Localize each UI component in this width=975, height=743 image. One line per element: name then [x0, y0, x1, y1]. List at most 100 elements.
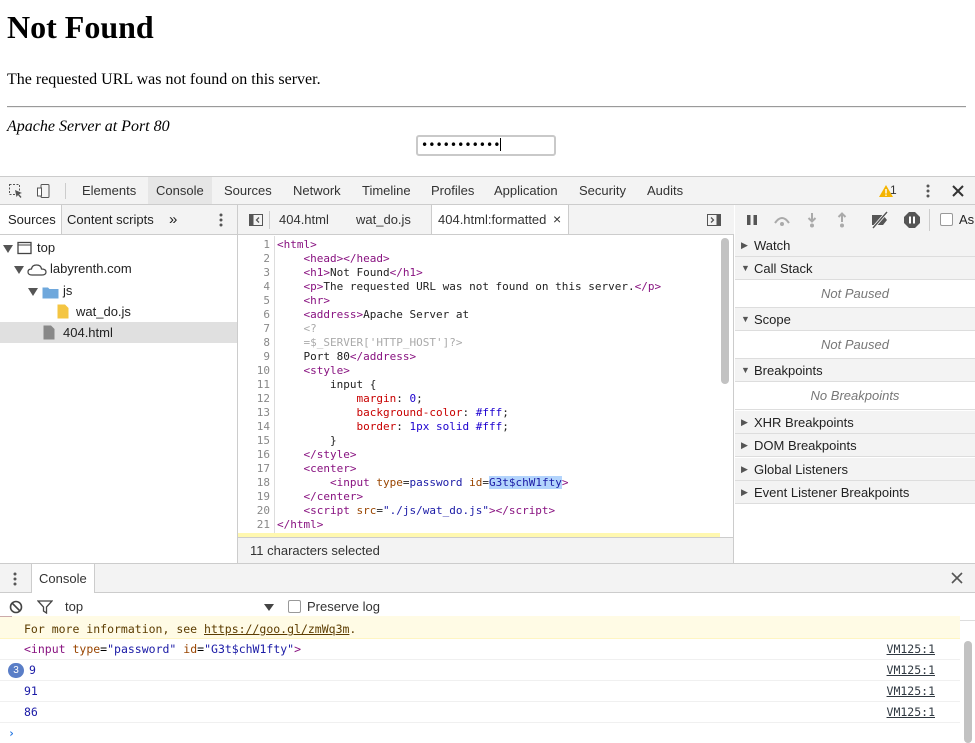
line-number[interactable]: 8	[238, 336, 270, 350]
line-number[interactable]: 15	[238, 434, 270, 448]
editor-tabs: 404.html wat_do.js 404.html:formatted ×	[238, 205, 734, 235]
line-number[interactable]: 11	[238, 378, 270, 392]
step-into-icon[interactable]	[806, 212, 818, 231]
line-number[interactable]: 4	[238, 280, 270, 294]
collapsed-arrow-icon: ▶	[741, 440, 748, 450]
line-number[interactable]: 5	[238, 294, 270, 308]
close-tab-icon[interactable]: ×	[553, 211, 561, 227]
section-scope[interactable]: ▼ Scope	[735, 308, 975, 331]
line-number[interactable]: 12	[238, 392, 270, 406]
debugger-sidebar: As ▶ Watch ▼ Call Stack Not Paused ▼ Scope …	[735, 205, 975, 563]
toggle-navigator-icon[interactable]	[248, 212, 264, 231]
console-scrollbar[interactable]	[964, 641, 972, 743]
section-xhr-breakpoints[interactable]: ▶ XHR Breakpoints	[735, 411, 975, 434]
filter-icon[interactable]	[36, 600, 54, 617]
code-line: <hr>	[303, 294, 331, 307]
message-source-link[interactable]: VM125:1	[887, 681, 935, 702]
tab-audits[interactable]: Audits	[639, 177, 691, 204]
line-number[interactable]: 17	[238, 462, 270, 476]
close-drawer-icon[interactable]	[950, 571, 964, 588]
log-value: 91	[24, 684, 38, 698]
breakpoints-empty: No Breakpoints	[735, 382, 975, 410]
line-number[interactable]: 14	[238, 420, 270, 434]
pause-on-exceptions-icon[interactable]	[903, 211, 921, 232]
code-line: <?	[303, 322, 317, 335]
tree-label-top: top	[37, 240, 56, 255]
tree-item-js-folder[interactable]: js	[0, 280, 237, 301]
section-watch[interactable]: ▶ Watch	[735, 234, 975, 257]
line-number[interactable]: 2	[238, 252, 270, 266]
code-line: <center>	[303, 462, 357, 475]
line-number[interactable]: 16	[238, 448, 270, 462]
device-toolbar-icon[interactable]	[36, 183, 52, 199]
warning-link[interactable]: https://goo.gl/zmWq3m	[204, 622, 349, 636]
drawer-tab-console[interactable]: Console	[31, 564, 95, 593]
tab-sources[interactable]: Sources	[216, 177, 280, 204]
message-source-link[interactable]: VM125:1	[887, 639, 935, 660]
clear-console-icon[interactable]	[9, 600, 23, 617]
editor-scrollbar[interactable]	[721, 238, 729, 384]
tree-item-wat-do-js[interactable]: wat_do.js	[0, 301, 237, 322]
editor-tab-formatted[interactable]: 404.html:formatted ×	[431, 205, 569, 234]
element-open: <input	[24, 642, 73, 656]
section-event-listener-breakpoints[interactable]: ▶ Event Listener Breakpoints	[735, 481, 975, 504]
section-dom-breakpoints[interactable]: ▶ DOM Breakpoints	[735, 434, 975, 457]
navigator-menu-icon[interactable]	[213, 212, 229, 231]
tab-content-scripts[interactable]: Content scripts	[63, 205, 158, 234]
tab-timeline[interactable]: Timeline	[354, 177, 419, 204]
page-message: The requested URL was not found on this …	[7, 71, 321, 88]
line-number[interactable]: 18	[238, 476, 270, 490]
tree-item-404-html[interactable]: 404.html	[0, 322, 237, 343]
line-number[interactable]: 21	[238, 518, 270, 532]
toolbar-divider	[65, 183, 66, 199]
code-view[interactable]: 1 2 3 4 5 6 7 8 9 10 11 12 13 14 15 16 17 18 19 20 21 <html>…	[238, 236, 720, 537]
line-number[interactable]: 6	[238, 308, 270, 322]
more-menu-icon[interactable]	[920, 183, 936, 199]
password-input[interactable]: •••••••••••	[416, 135, 556, 156]
line-number[interactable]: 19	[238, 490, 270, 504]
close-devtools-icon[interactable]	[950, 183, 966, 199]
collapsed-arrow-icon: ▶	[741, 417, 748, 427]
tab-elements[interactable]: Elements	[74, 177, 144, 204]
message-source-link[interactable]: VM125:1	[887, 660, 935, 681]
warning-tail: .	[349, 622, 357, 636]
line-number[interactable]: 13	[238, 406, 270, 420]
tab-network[interactable]: Network	[285, 177, 349, 204]
console-prompt[interactable]: ›	[0, 723, 960, 743]
tab-application[interactable]: Application	[486, 177, 566, 204]
editor-tab-wat-do-js[interactable]: wat_do.js	[353, 205, 414, 234]
console-element-message[interactable]: <input type="password" id="G3t$chW1fty">…	[0, 639, 960, 660]
async-checkbox[interactable]	[940, 213, 953, 226]
deactivate-breakpoints-icon[interactable]	[870, 211, 890, 232]
line-number[interactable]: 10	[238, 364, 270, 378]
message-source-link[interactable]: VM125:1	[887, 702, 935, 723]
section-breakpoints[interactable]: ▼ Breakpoints	[735, 359, 975, 382]
drawer-menu-icon[interactable]	[8, 571, 22, 590]
step-out-icon[interactable]	[836, 212, 848, 231]
tab-profiles[interactable]: Profiles	[423, 177, 482, 204]
tab-security[interactable]: Security	[571, 177, 634, 204]
preserve-log-checkbox[interactable]	[288, 600, 301, 613]
toggle-debugger-icon[interactable]	[706, 212, 722, 231]
line-number[interactable]: 3	[238, 266, 270, 280]
more-tabs-chevron[interactable]: »	[165, 205, 181, 234]
editor-tab-404-html[interactable]: 404.html	[276, 205, 332, 234]
tab-sources-pane[interactable]: Sources	[0, 205, 62, 234]
section-call-stack[interactable]: ▼ Call Stack	[735, 257, 975, 280]
line-number[interactable]: 7	[238, 322, 270, 336]
inspect-element-icon[interactable]	[8, 183, 24, 199]
tab-console[interactable]: Console	[148, 177, 212, 204]
step-over-icon[interactable]	[772, 212, 792, 231]
tree-item-top[interactable]: top	[0, 237, 237, 258]
section-global-listeners[interactable]: ▶ Global Listeners	[735, 458, 975, 481]
tree-item-domain[interactable]: labyrenth.com	[0, 258, 237, 279]
line-number[interactable]: 9	[238, 350, 270, 364]
line-number[interactable]: 1	[238, 238, 270, 252]
code-line: }	[277, 434, 337, 447]
dropdown-arrow-icon[interactable]	[264, 604, 274, 611]
section-label: XHR Breakpoints	[754, 415, 854, 430]
section-label: Scope	[754, 312, 791, 327]
warning-count[interactable]: 1	[888, 177, 899, 204]
pause-icon[interactable]	[745, 213, 759, 230]
line-number[interactable]: 20	[238, 504, 270, 518]
